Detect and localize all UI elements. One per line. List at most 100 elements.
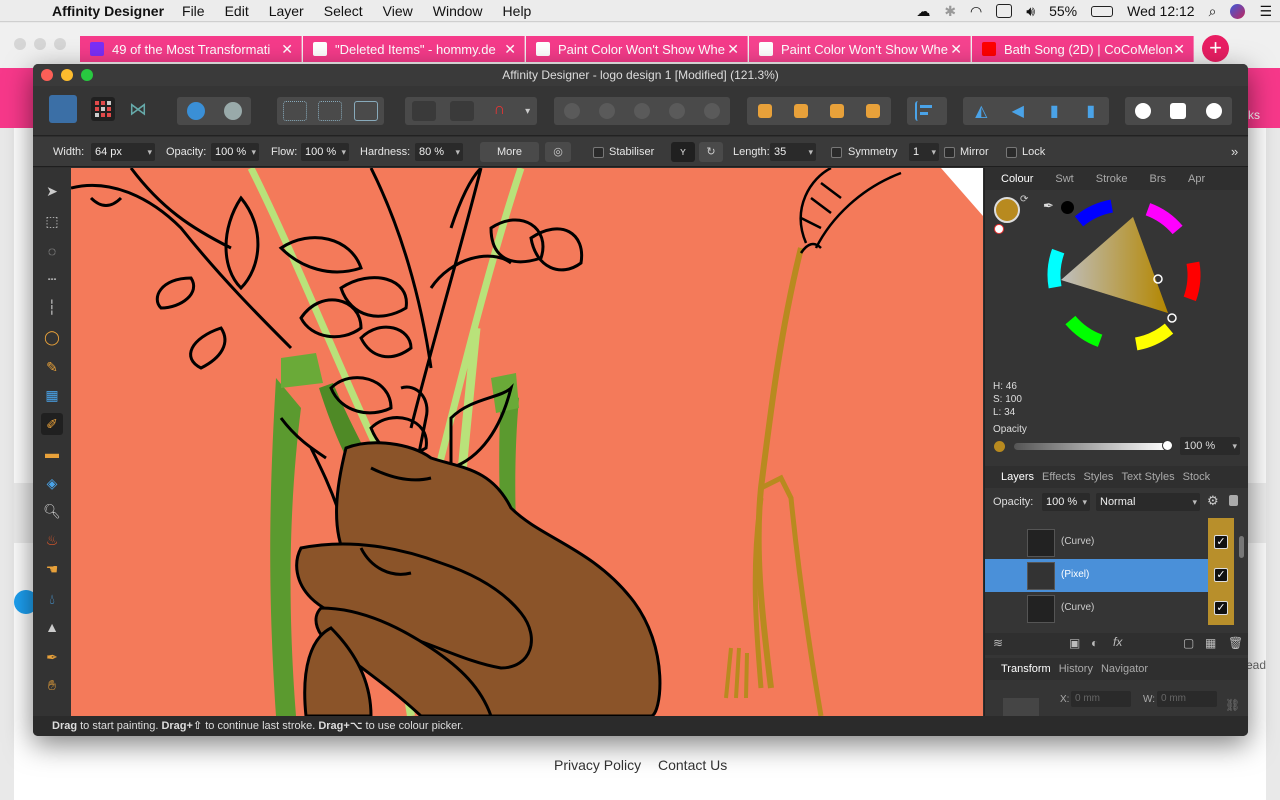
pixel-persona-icon[interactable] xyxy=(91,97,115,121)
designer-persona-icon[interactable] xyxy=(49,95,77,123)
view-mode-icon[interactable] xyxy=(282,101,307,121)
opacity-field[interactable]: 100 % xyxy=(211,143,259,161)
battery-icon[interactable] xyxy=(1091,5,1114,17)
window-mode-icon[interactable]: ↻ xyxy=(699,142,723,162)
stabiliser-checkbox[interactable] xyxy=(593,147,604,158)
fill-colour-swatch[interactable] xyxy=(994,197,1020,223)
trash-icon[interactable]: 🗑︎ xyxy=(1228,636,1243,650)
subtract-icon[interactable] xyxy=(598,103,615,119)
mask-icon[interactable]: ▣ xyxy=(1069,636,1080,650)
menu-file[interactable]: File xyxy=(182,3,205,19)
tab-appearance[interactable]: Apr xyxy=(1188,173,1205,185)
view-mode-icon[interactable] xyxy=(354,101,379,121)
fx-icon[interactable]: fx xyxy=(1113,635,1122,649)
chevron-right-icon[interactable]: » xyxy=(1231,144,1238,159)
add-layer-icon[interactable]: ▢ xyxy=(1183,636,1194,650)
browser-tab-active[interactable]: Paint Color Won't Show Whe ✕ xyxy=(749,36,971,62)
layer-opacity-field[interactable]: 100 % xyxy=(1042,493,1090,511)
menu-layer[interactable]: Layer xyxy=(269,3,304,19)
length-field[interactable]: 35 xyxy=(770,143,816,161)
paint-brush-icon[interactable]: ✐ xyxy=(41,413,63,435)
privacy-policy-link[interactable]: Privacy Policy xyxy=(554,757,641,773)
opacity-slider-handle[interactable] xyxy=(1162,440,1173,451)
tab-transform[interactable]: Transform xyxy=(1001,663,1051,675)
symmetry-checkbox[interactable] xyxy=(831,147,842,158)
tab-effects[interactable]: Effects xyxy=(1042,471,1075,483)
intersect-icon[interactable] xyxy=(633,103,650,119)
none-colour-icon[interactable] xyxy=(994,224,1004,234)
volume-icon[interactable]: 🔊︎ xyxy=(1026,3,1035,20)
flow-field[interactable]: 100 % xyxy=(301,143,349,161)
export-persona-icon[interactable]: ⋈ xyxy=(126,97,150,121)
row-marquee-icon[interactable]: ┄ xyxy=(41,268,63,290)
symmetry-count-field[interactable]: 1 xyxy=(909,143,939,161)
menu-window[interactable]: Window xyxy=(433,3,483,19)
opacity-slider[interactable] xyxy=(1014,443,1168,450)
contact-us-link[interactable]: Contact Us xyxy=(658,757,727,773)
flood-select-icon[interactable]: ▦ xyxy=(41,384,63,406)
color-picker-icon[interactable]: ✒ xyxy=(41,646,63,668)
zoom-icon[interactable]: 🔍︎ xyxy=(41,500,63,522)
rotate-right-icon[interactable]: ▮ xyxy=(1079,101,1103,121)
flip-vertical-icon[interactable]: ◀ xyxy=(1006,101,1030,121)
lock-icon[interactable] xyxy=(1229,495,1238,506)
bluetooth-icon[interactable]: ✱ xyxy=(944,3,956,20)
window-zoom-button[interactable] xyxy=(81,69,93,81)
move-back-icon[interactable] xyxy=(794,104,808,118)
menu-help[interactable]: Help xyxy=(503,3,532,19)
tab-colour[interactable]: Colour xyxy=(1001,173,1033,185)
clock[interactable]: Wed 12:12 xyxy=(1127,3,1194,19)
layers-stack-icon[interactable]: ≋ xyxy=(993,636,1003,650)
layer-visibility-toggle[interactable]: ✓ xyxy=(1208,559,1234,592)
colour-wheel[interactable] xyxy=(1045,196,1203,354)
tab-swatches[interactable]: Swt xyxy=(1055,173,1073,185)
baseline-icon[interactable] xyxy=(449,101,474,121)
burn-brush-icon[interactable]: ♨ xyxy=(41,529,63,551)
move-to-back-icon[interactable] xyxy=(758,104,772,118)
move-forward-icon[interactable] xyxy=(830,104,844,118)
menu-view[interactable]: View xyxy=(383,3,413,19)
view-mode-icon[interactable] xyxy=(318,101,343,121)
width-field[interactable]: 64 px xyxy=(91,143,155,161)
menu-edit[interactable]: Edit xyxy=(225,3,249,19)
rectangular-marquee-icon[interactable]: ⬚ xyxy=(41,210,63,232)
force-pressure-icon[interactable]: ◎ xyxy=(545,142,571,162)
tab-stroke[interactable]: Stroke xyxy=(1096,173,1128,185)
wifi-icon[interactable]: ◠ xyxy=(970,3,982,20)
tab-navigator[interactable]: Navigator xyxy=(1101,663,1148,675)
tab-brushes[interactable]: Brs xyxy=(1150,173,1167,185)
close-icon[interactable]: ✕ xyxy=(504,41,516,58)
move-tool-icon[interactable]: ➤ xyxy=(41,180,63,202)
insert-behind-icon[interactable] xyxy=(1134,103,1151,119)
layer-row-selected[interactable]: (Pixel) xyxy=(985,559,1208,592)
chevron-down-icon[interactable]: ▾ xyxy=(525,106,530,117)
rotate-left-icon[interactable]: ▮ xyxy=(1042,101,1066,121)
flip-horizontal-icon[interactable]: ◭ xyxy=(969,101,993,121)
adjustment-icon[interactable]: ◐ xyxy=(1091,636,1098,650)
layer-row-partial[interactable] xyxy=(985,518,1235,526)
view-hand-icon[interactable]: ✋︎ xyxy=(41,674,63,696)
window-minimize-button[interactable] xyxy=(61,69,73,81)
insert-top-icon[interactable] xyxy=(1170,103,1187,119)
rope-mode-icon[interactable]: ʏ xyxy=(671,142,695,162)
layer-row[interactable]: (Curve) ✓ xyxy=(985,592,1235,625)
erase-brush-icon[interactable]: ▬ xyxy=(41,442,63,464)
layer-row[interactable]: (Curve) ✓ xyxy=(985,526,1235,559)
sharpen-brush-icon[interactable]: ▲ xyxy=(41,616,63,638)
close-icon[interactable]: ✕ xyxy=(950,41,962,58)
hardness-field[interactable]: 80 % xyxy=(415,143,463,161)
blend-mode-select[interactable]: Normal xyxy=(1096,493,1200,511)
align-icon[interactable] xyxy=(915,101,939,121)
mirror-checkbox[interactable] xyxy=(944,147,955,158)
close-icon[interactable]: ✕ xyxy=(1173,41,1185,58)
tab-text-styles[interactable]: Text Styles xyxy=(1121,471,1174,483)
blur-brush-icon[interactable]: 💧︎ xyxy=(41,588,63,610)
layer-visibility-toggle[interactable]: ✓ xyxy=(1208,526,1234,559)
menu-select[interactable]: Select xyxy=(324,3,363,19)
tab-styles[interactable]: Styles xyxy=(1083,471,1113,483)
creative-cloud-icon[interactable]: ☁ xyxy=(916,3,930,20)
swap-colours-icon[interactable]: ⟳ xyxy=(1020,194,1028,205)
colour-opacity-field[interactable]: 100 % xyxy=(1180,437,1240,455)
siri-icon[interactable] xyxy=(1230,3,1246,19)
notification-center-icon[interactable]: ☰ xyxy=(1259,3,1272,20)
